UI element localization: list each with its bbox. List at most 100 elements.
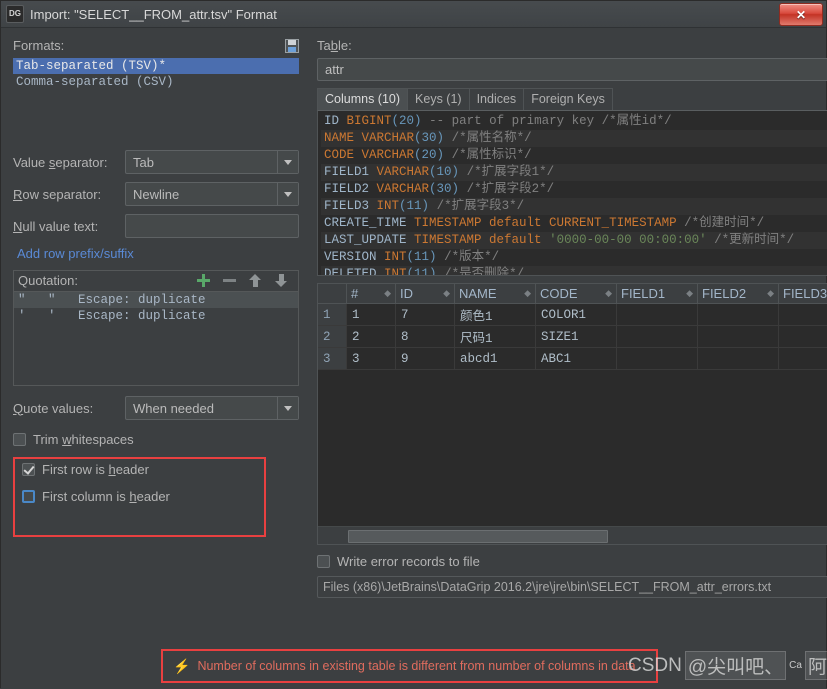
dialog-content: Formats: Tab-separated (TSV)* Comma-sepa…: [1, 28, 826, 689]
grid-cell[interactable]: SIZE1: [536, 326, 617, 348]
quotation-item-single[interactable]: ' ' Escape: duplicate: [14, 308, 298, 324]
formats-label: Formats:: [13, 38, 64, 53]
ddl-line: DELETED INT(11) /*是否删除*/: [321, 266, 827, 275]
grid-cell[interactable]: abcd1: [455, 348, 536, 370]
value-separator-dropdown[interactable]: Tab: [125, 150, 299, 174]
quotation-list[interactable]: " " Escape: duplicate ' ' Escape: duplic…: [14, 291, 298, 385]
grid-cell[interactable]: 3: [347, 348, 396, 370]
error-file-path-input[interactable]: Files (x86)\JetBrains\DataGrip 2016.2\jr…: [317, 576, 827, 598]
tab-foreign-keys[interactable]: Foreign Keys: [523, 88, 613, 110]
quote-values-dropdown[interactable]: When needed: [125, 396, 299, 420]
grid-column-header[interactable]: CODE◆: [536, 284, 617, 304]
grid-column-header[interactable]: #◆: [347, 284, 396, 304]
grid-horizontal-scrollbar[interactable]: [318, 526, 827, 544]
grid-cell[interactable]: 1: [347, 304, 396, 326]
sort-icon[interactable]: ◆: [686, 289, 693, 298]
value-separator-label: Value separator:: [13, 155, 125, 170]
trim-whitespaces-label: Trim whitespaces: [33, 432, 134, 447]
chevron-down-icon[interactable]: [277, 397, 298, 419]
grid-cell[interactable]: 9: [396, 348, 455, 370]
title-bar: DG Import: "SELECT__FROM_attr.tsv" Forma…: [1, 1, 826, 28]
null-value-row: Null value text:: [13, 214, 299, 238]
grid-cell[interactable]: [617, 348, 698, 370]
tab-columns[interactable]: Columns (10): [317, 88, 408, 110]
grid-cell[interactable]: 2: [347, 326, 396, 348]
grid-cell[interactable]: [779, 304, 827, 326]
formats-header: Formats:: [13, 38, 299, 53]
tab-indices[interactable]: Indices: [469, 88, 525, 110]
null-value-input[interactable]: [125, 214, 299, 238]
sort-icon[interactable]: ◆: [384, 289, 391, 298]
grid-column-header[interactable]: NAME◆: [455, 284, 536, 304]
row-separator-dropdown[interactable]: Newline: [125, 182, 299, 206]
grid-cell[interactable]: [617, 326, 698, 348]
grid-cell[interactable]: [779, 348, 827, 370]
add-quotation-icon[interactable]: [197, 274, 210, 287]
quotation-header: Quotation:: [14, 271, 298, 291]
grid-column-header[interactable]: FIELD3◆: [779, 284, 827, 304]
table-name-input[interactable]: attr: [317, 58, 827, 81]
row-number-cell: 2: [318, 326, 347, 348]
ddl-line: FIELD3 INT(11) /*扩展字段3*/: [321, 198, 827, 215]
write-errors-section: Write error records to file Files (x86)\…: [317, 554, 827, 599]
quotation-item-double[interactable]: " " Escape: duplicate: [14, 292, 298, 308]
chevron-down-icon[interactable]: [277, 183, 298, 205]
grid-cell[interactable]: [698, 304, 779, 326]
format-item-csv[interactable]: Comma-separated (CSV): [13, 74, 299, 90]
sort-icon[interactable]: ◆: [524, 289, 531, 298]
null-value-label: Null value text:: [13, 219, 125, 234]
grid-cell[interactable]: 8: [396, 326, 455, 348]
tab-keys[interactable]: Keys (1): [407, 88, 470, 110]
trim-whitespaces-row[interactable]: Trim whitespaces: [13, 432, 299, 447]
grid-cell[interactable]: 颜色1: [455, 304, 536, 326]
warning-bolt-icon: ⚡: [173, 659, 190, 673]
row-separator-row: Row separator: Newline: [13, 182, 299, 206]
table-row[interactable]: 117颜色1COLOR12016/7/: [318, 304, 827, 326]
grid-cell[interactable]: [617, 304, 698, 326]
formats-list[interactable]: Tab-separated (TSV)* Comma-separated (CS…: [13, 58, 299, 94]
ddl-editor[interactable]: ID BIGINT(20) -- part of primary key /*属…: [318, 111, 827, 275]
ddl-editor-wrapper: ID BIGINT(20) -- part of primary key /*属…: [317, 110, 827, 276]
grid-cell[interactable]: ABC1: [536, 348, 617, 370]
sort-icon[interactable]: ◆: [767, 289, 774, 298]
format-item-tsv[interactable]: Tab-separated (TSV)*: [13, 58, 299, 74]
grid-column-header[interactable]: ID◆: [396, 284, 455, 304]
error-file-path-row: Files (x86)\JetBrains\DataGrip 2016.2\jr…: [317, 575, 827, 599]
grid-cell[interactable]: COLOR1: [536, 304, 617, 326]
import-format-dialog: DG Import: "SELECT__FROM_attr.tsv" Forma…: [0, 0, 827, 688]
grid-cell[interactable]: 7: [396, 304, 455, 326]
datagrip-app-icon: DG: [6, 5, 24, 23]
value-separator-row: Value separator: Tab: [13, 150, 299, 174]
grid-cell[interactable]: [779, 326, 827, 348]
grid-column-header[interactable]: FIELD2◆: [698, 284, 779, 304]
quotation-label: Quotation:: [18, 273, 197, 288]
write-error-records-checkbox[interactable]: [317, 555, 330, 568]
ddl-line: LAST_UPDATE TIMESTAMP default '0000-00-0…: [321, 232, 827, 249]
row-number-cell: 3: [318, 348, 347, 370]
chevron-down-icon[interactable]: [277, 151, 298, 173]
ddl-line: NAME VARCHAR(30) /*属性名称*/: [321, 130, 827, 147]
grid-cell[interactable]: [698, 348, 779, 370]
write-error-records-row[interactable]: Write error records to file: [317, 554, 827, 569]
grid-cell[interactable]: [698, 326, 779, 348]
move-up-icon[interactable]: [249, 274, 262, 287]
move-down-icon[interactable]: [275, 274, 288, 287]
row-separator-value: Newline: [126, 187, 277, 202]
grid-column-header[interactable]: FIELD1◆: [617, 284, 698, 304]
floppy-disk-icon[interactable]: [285, 39, 299, 53]
scrollbar-thumb[interactable]: [348, 530, 608, 543]
trim-whitespaces-checkbox[interactable]: [13, 433, 26, 446]
grid-cell[interactable]: 尺码1: [455, 326, 536, 348]
ddl-line: FIELD2 VARCHAR(30) /*扩展字段2*/: [321, 181, 827, 198]
sort-icon[interactable]: ◆: [605, 289, 612, 298]
sort-icon[interactable]: ◆: [443, 289, 450, 298]
table-row[interactable]: 228尺码1SIZE12016/7/: [318, 326, 827, 348]
grid-header-row: #◆ID◆NAME◆CODE◆FIELD1◆FIELD2◆FIELD3◆CREA…: [318, 284, 827, 304]
validation-error-bar: ⚡ Number of columns in existing table is…: [161, 649, 658, 683]
add-row-prefix-suffix-link[interactable]: Add row prefix/suffix: [17, 246, 299, 261]
quote-values-value: When needed: [126, 401, 277, 416]
table-row[interactable]: 339abcd1ABC12016/8/: [318, 348, 827, 370]
remove-quotation-icon[interactable]: [223, 274, 236, 287]
close-window-button[interactable]: ✕: [779, 3, 823, 26]
ddl-line: VERSION INT(11) /*版本*/: [321, 249, 827, 266]
